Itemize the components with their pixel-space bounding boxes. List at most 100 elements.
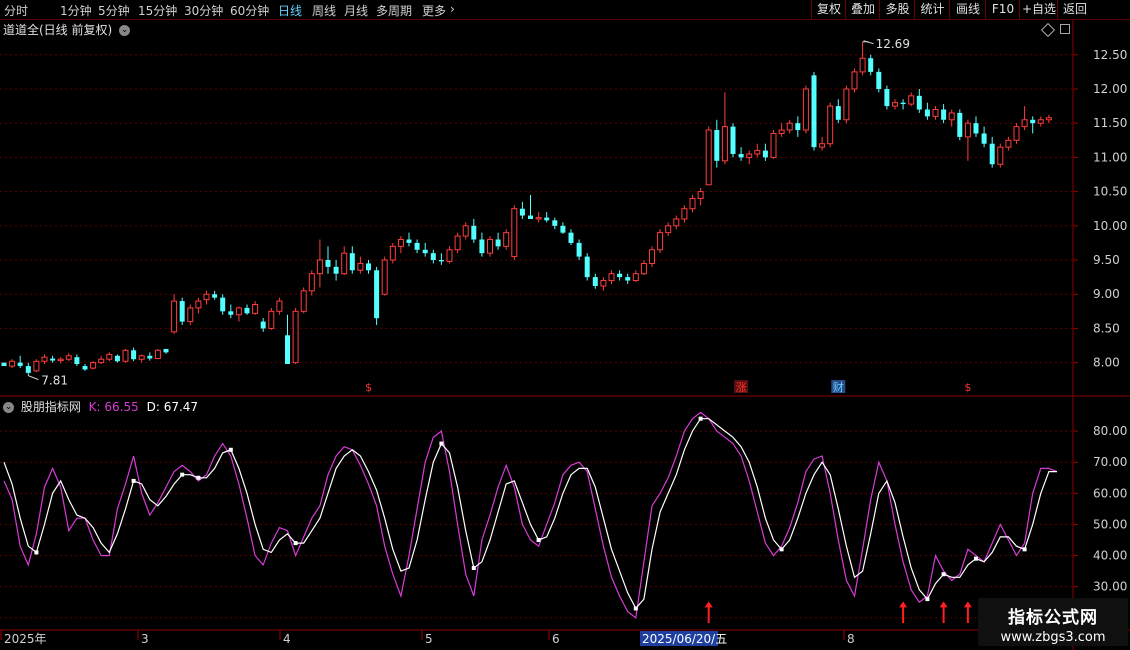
- date-label-3: 5: [425, 632, 433, 646]
- candle: [300, 287, 307, 314]
- chart-title: 道道全(日线 前复权): [3, 23, 113, 37]
- candle: [770, 130, 777, 159]
- event-marker-1: 涨: [736, 381, 747, 394]
- candle: [292, 307, 299, 365]
- timeframe-3[interactable]: 15分钟: [138, 2, 177, 19]
- candle: [381, 256, 388, 296]
- turn-marker: [228, 447, 233, 452]
- date-label-0: 2025年: [4, 632, 47, 646]
- candle: [957, 109, 963, 141]
- indicator-tick-5: 30.00: [1093, 580, 1127, 594]
- turn-marker: [941, 572, 946, 577]
- toolbar-button-3[interactable]: 统计: [914, 0, 950, 19]
- indicator-tick-3: 50.00: [1093, 517, 1127, 531]
- candle: [811, 71, 817, 151]
- candle: [487, 236, 493, 257]
- toolbar-button-6[interactable]: +自选: [1019, 0, 1058, 19]
- turn-marker: [1022, 547, 1027, 552]
- turn-marker: [698, 416, 703, 421]
- date-label-5: 8: [847, 632, 855, 646]
- indicator-tick-4: 40.00: [1093, 549, 1127, 563]
- turn-marker: [439, 441, 444, 446]
- toolbar-button-7[interactable]: 返回: [1057, 0, 1092, 19]
- date-label-2: 4: [283, 632, 291, 646]
- price-tick-3: 11.00: [1093, 150, 1127, 164]
- turn-marker: [974, 556, 978, 561]
- watermark: 指标公式网 www.zbgs3.com: [978, 598, 1128, 646]
- timeframe-7[interactable]: 周线: [312, 2, 336, 19]
- turn-marker: [131, 478, 136, 483]
- d-value-label: D: 67.47: [146, 400, 199, 414]
- candle: [802, 85, 809, 134]
- indicator-header: ⌄ 股朋指标网 K: 66.55 D: 67.47: [3, 398, 198, 415]
- indicator-chevron-icon[interactable]: ⌄: [3, 402, 14, 413]
- toolbar-button-0[interactable]: 复权: [811, 0, 846, 19]
- candle: [876, 68, 882, 93]
- candle: [179, 297, 185, 326]
- timeframe-0[interactable]: 分时: [4, 2, 28, 19]
- candle: [154, 348, 161, 360]
- candle: [705, 126, 712, 186]
- event-marker-3: $: [964, 381, 971, 394]
- date-label-1: 3: [141, 632, 149, 646]
- candle: [454, 232, 461, 254]
- candle: [884, 85, 890, 110]
- candle: [730, 123, 736, 158]
- timeframe-9[interactable]: 多周期: [376, 2, 412, 19]
- turn-marker: [779, 547, 784, 552]
- candle: [851, 68, 858, 93]
- candle: [187, 304, 194, 326]
- square-icon[interactable]: [1060, 24, 1070, 34]
- candle: [90, 361, 97, 370]
- toolbar-button-2[interactable]: 多股: [879, 0, 915, 19]
- price-tick-5: 10.00: [1093, 219, 1127, 233]
- price-tick-4: 10.50: [1093, 185, 1127, 199]
- candle: [1013, 123, 1020, 144]
- price-tick-6: 9.50: [1093, 253, 1120, 267]
- settings-chevron-icon[interactable]: ⌄: [119, 25, 131, 36]
- turn-marker: [536, 538, 541, 542]
- candle: [649, 246, 655, 267]
- candle: [511, 205, 518, 261]
- timeframe-6[interactable]: 日线: [278, 2, 302, 19]
- date-label-4: 6: [552, 632, 560, 646]
- turn-marker: [633, 606, 638, 611]
- price-tick-7: 9.00: [1093, 287, 1120, 301]
- timeframe-5[interactable]: 60分钟: [230, 2, 269, 19]
- candle: [33, 359, 40, 373]
- timeframe-8[interactable]: 月线: [344, 2, 368, 19]
- candle: [122, 348, 129, 363]
- candle: [997, 143, 1004, 168]
- candle: [843, 85, 850, 124]
- candle: [1, 362, 7, 367]
- timeframe-2[interactable]: 5分钟: [98, 2, 130, 19]
- price-chart-header: 道道全(日线 前复权) ⌄: [3, 21, 131, 38]
- toolbar-button-5[interactable]: F10: [985, 0, 1020, 19]
- candle: [657, 229, 664, 254]
- indicator-tick-1: 70.00: [1093, 455, 1127, 469]
- watermark-url: www.zbgs3.com: [1000, 630, 1106, 645]
- more-chevron-icon[interactable]: ›: [450, 2, 455, 16]
- date-highlight: 2025/06/20/五: [642, 632, 727, 646]
- high-label: 12.69: [876, 37, 910, 51]
- turn-marker: [34, 550, 39, 555]
- price-tick-2: 11.50: [1093, 116, 1127, 130]
- chart-area: 12.50 12.00 11.50 11.00 10.50 10.00 9.50 9.00 8.…: [0, 20, 1130, 650]
- timeframe-4[interactable]: 30分钟: [184, 2, 223, 19]
- price-tick-1: 12.00: [1093, 82, 1127, 96]
- turn-marker: [196, 475, 201, 480]
- k-value-label: K: 66.55: [88, 400, 139, 414]
- toolbar-button-1[interactable]: 叠加: [845, 0, 880, 19]
- toolbar-button-4[interactable]: 画线: [949, 0, 986, 19]
- candle: [374, 266, 380, 326]
- candle: [584, 253, 590, 281]
- indicator-tick-0: 80.00: [1093, 424, 1127, 438]
- watermark-title: 指标公式网: [1008, 608, 1098, 628]
- indicator-tick-2: 60.00: [1093, 486, 1127, 500]
- candle: [503, 229, 510, 250]
- timeframe-1[interactable]: 1分钟: [60, 2, 92, 19]
- event-marker-2: 财: [833, 380, 844, 394]
- timeframe-10[interactable]: 更多: [422, 2, 446, 19]
- price-tick-8: 8.50: [1093, 321, 1120, 335]
- candle: [827, 102, 834, 148]
